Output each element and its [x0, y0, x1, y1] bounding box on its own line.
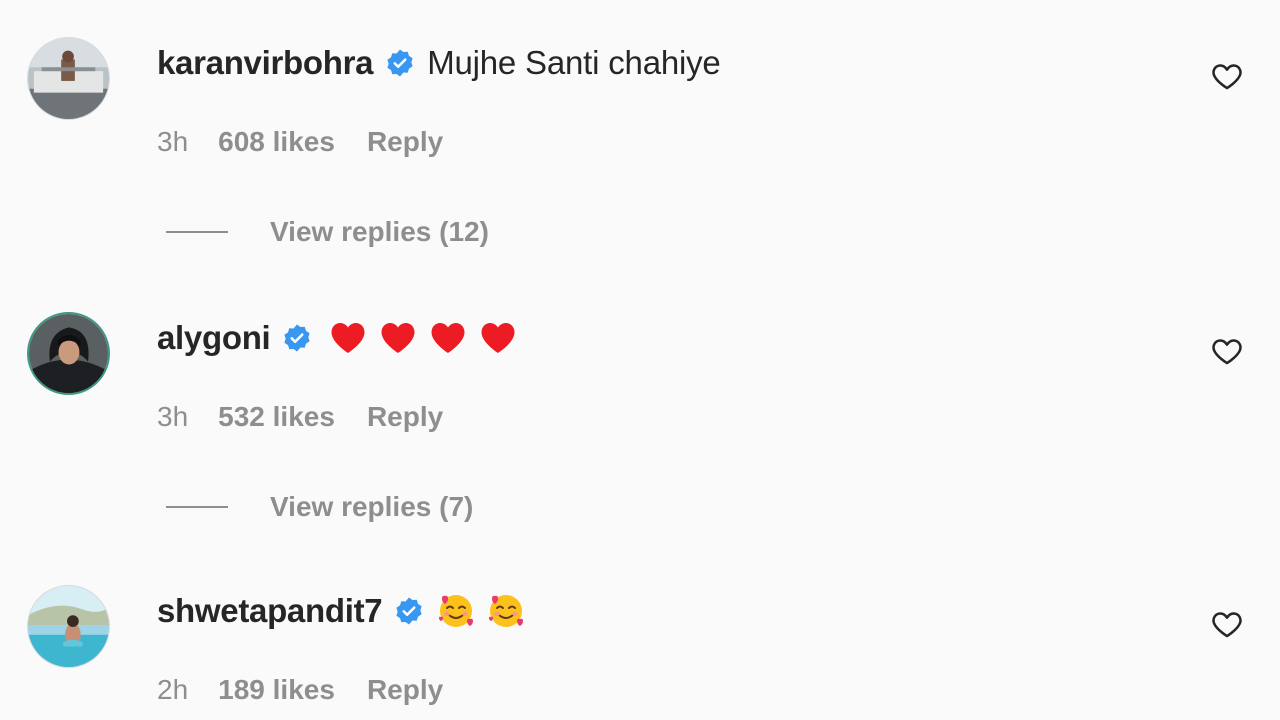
heart-outline-icon[interactable]	[1210, 59, 1244, 93]
comment-header: shwetapandit7	[157, 586, 526, 636]
comment-header: karanvirbohra Mujhe Santi chahiye	[157, 38, 721, 88]
view-replies-label: View replies (12)	[270, 216, 489, 247]
heart-outline-icon[interactable]	[1210, 607, 1244, 641]
reply-button[interactable]: Reply	[367, 674, 443, 706]
avatar-shwetapandit7[interactable]	[27, 585, 110, 668]
divider	[166, 506, 228, 508]
comment-emojis	[436, 591, 526, 631]
likes-count[interactable]: 608 likes	[218, 126, 335, 158]
divider	[166, 231, 228, 233]
username[interactable]: shwetapandit7	[157, 592, 383, 630]
view-replies-button[interactable]: View replies (12)	[166, 212, 489, 252]
profile-photo	[28, 586, 109, 667]
view-replies-button[interactable]: View replies (7)	[166, 487, 473, 527]
comment-time[interactable]: 2h	[157, 674, 188, 706]
red-heart-emoji	[381, 323, 415, 353]
comment-header: alygoni	[157, 313, 516, 363]
comment-emojis	[330, 321, 516, 355]
red-heart-emoji	[331, 323, 365, 353]
avatar-karanvirbohra[interactable]	[27, 37, 110, 120]
smiling-face-with-hearts-emoji	[489, 595, 524, 627]
comment-text: Mujhe Santi chahiye	[427, 44, 721, 81]
comment-time[interactable]: 3h	[157, 126, 188, 158]
reply-button[interactable]: Reply	[367, 126, 443, 158]
verified-badge-icon	[385, 48, 415, 78]
heart-outline-icon[interactable]	[1210, 334, 1244, 368]
username[interactable]: karanvirbohra	[157, 44, 374, 82]
red-heart-emoji	[431, 323, 465, 353]
profile-photo	[28, 38, 109, 119]
avatar-alygoni[interactable]	[27, 312, 110, 395]
comment-meta: 2h 189 likes Reply	[157, 670, 443, 710]
smiling-face-with-hearts-emoji	[439, 595, 474, 627]
reply-button[interactable]: Reply	[367, 401, 443, 433]
verified-badge-icon	[282, 323, 312, 353]
likes-count[interactable]: 532 likes	[218, 401, 335, 433]
comment-time[interactable]: 3h	[157, 401, 188, 433]
likes-count[interactable]: 189 likes	[218, 674, 335, 706]
username[interactable]: alygoni	[157, 319, 271, 357]
verified-badge-icon	[394, 596, 424, 626]
red-heart-emoji	[481, 323, 515, 353]
comment-meta: 3h 532 likes Reply	[157, 397, 443, 437]
comment-meta: 3h 608 likes Reply	[157, 122, 443, 162]
profile-photo	[29, 314, 108, 393]
view-replies-label: View replies (7)	[270, 491, 474, 522]
